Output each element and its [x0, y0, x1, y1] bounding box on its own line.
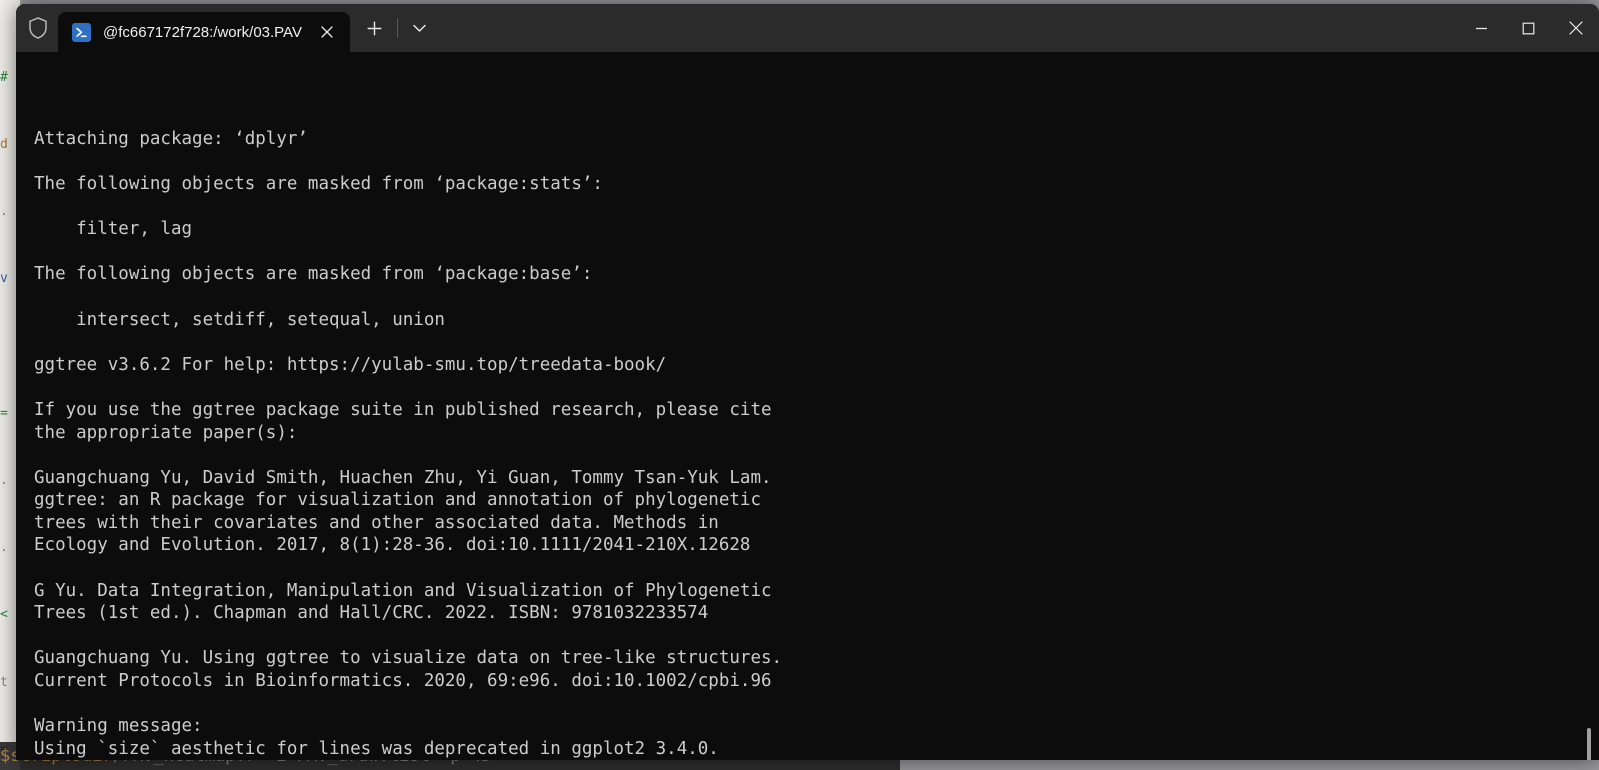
minimize-button[interactable]: [1458, 4, 1505, 52]
terminal-line: Attaching package: ‘dplyr’: [34, 128, 308, 149]
close-icon: [1568, 21, 1583, 35]
chevron-down-icon: [413, 24, 427, 32]
terminal-line: The following objects are masked from ‘p…: [34, 264, 593, 285]
terminal-tab[interactable]: @fc667172f728:/work/03.PAV: [58, 12, 350, 52]
terminal-line: Warning message:: [34, 716, 203, 737]
tab-close-icon[interactable]: [314, 19, 340, 45]
shield-icon: [16, 4, 58, 52]
terminal-window: @fc667172f728:/work/03.PAV Attaching pac…: [16, 4, 1599, 760]
close-button[interactable]: [1552, 4, 1599, 52]
terminal-output[interactable]: Attaching package: ‘dplyr’ The following…: [16, 52, 1599, 760]
terminal-line: Ecology and Evolution. 2017, 8(1):28-36.…: [34, 535, 751, 556]
tab-title: @fc667172f728:/work/03.PAV: [103, 23, 302, 41]
terminal-line: Trees (1st ed.). Chapman and Hall/CRC. 2…: [34, 603, 709, 624]
terminal-line: The following objects are masked from ‘p…: [34, 173, 603, 194]
minimize-icon: [1476, 27, 1487, 29]
terminal-line: Using `size` aesthetic for lines was dep…: [34, 738, 719, 759]
maximize-button[interactable]: [1505, 4, 1552, 52]
terminal-scrollback: Attaching package: ‘dplyr’ The following…: [34, 128, 1599, 760]
terminal-line: Guangchuang Yu, David Smith, Huachen Zhu…: [34, 467, 772, 488]
titlebar-drag-region: [439, 4, 1458, 52]
tab-strip: @fc667172f728:/work/03.PAV: [16, 4, 1599, 52]
terminal-scrollbar-thumb[interactable]: [1587, 728, 1591, 760]
terminal-line: the appropriate paper(s):: [34, 422, 298, 443]
plus-icon: [367, 21, 382, 35]
terminal-line: If you use the ggtree package suite in p…: [34, 399, 772, 420]
terminal-line: ggtree v3.6.2 For help: https://yulab-sm…: [34, 354, 667, 375]
new-tab-button[interactable]: [356, 12, 394, 44]
terminal-line: intersect, setdiff, setequal, union: [34, 309, 445, 330]
terminal-line: Current Protocols in Bioinformatics. 202…: [34, 671, 772, 692]
terminal-prompt-icon: [72, 22, 91, 42]
terminal-line: trees with their covariates and other as…: [34, 512, 719, 533]
terminal-scrollbar[interactable]: [1583, 100, 1595, 760]
tab-dropdown-button[interactable]: [401, 12, 439, 44]
terminal-line: G Yu. Data Integration, Manipulation and…: [34, 580, 772, 601]
terminal-line: filter, lag: [34, 219, 193, 240]
maximize-icon: [1522, 22, 1535, 34]
terminal-line: Guangchuang Yu. Using ggtree to visualiz…: [34, 648, 783, 669]
tabstrip-divider: [396, 18, 398, 38]
terminal-line: ggtree: an R package for visualization a…: [34, 490, 761, 511]
